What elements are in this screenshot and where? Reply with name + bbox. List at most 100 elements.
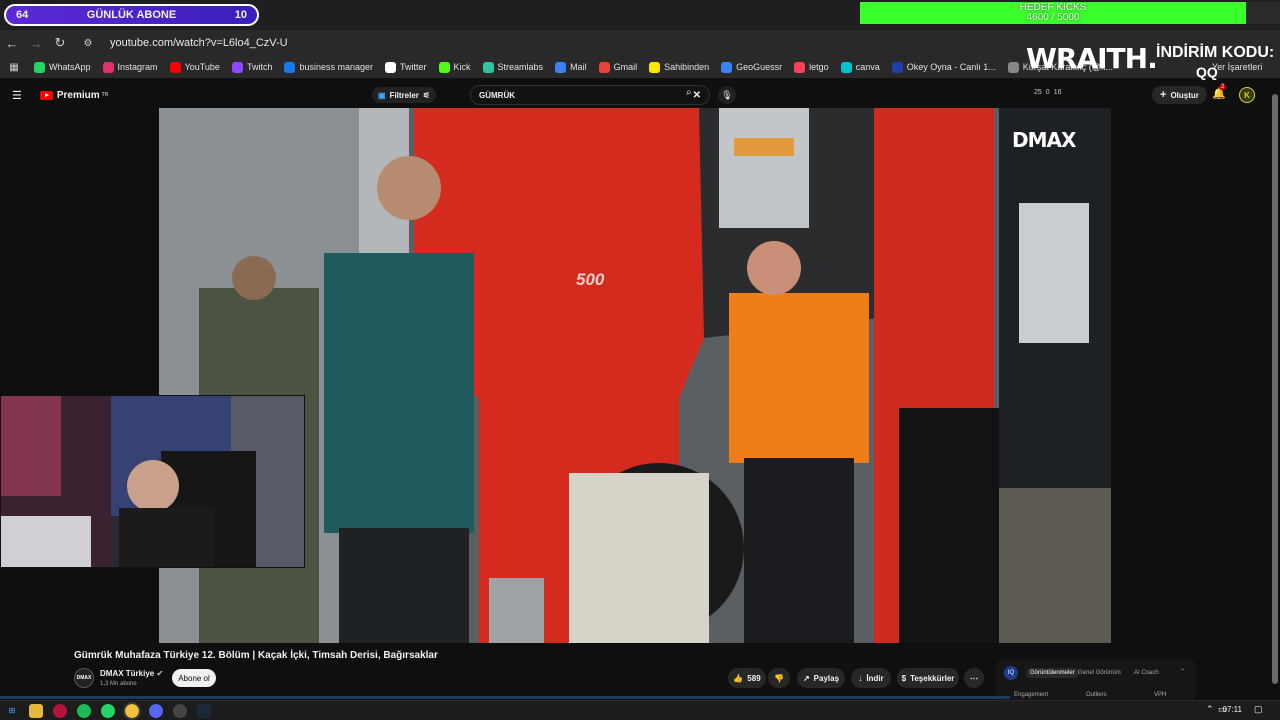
tab-overview[interactable]: Genel Görünüm: [1078, 670, 1121, 676]
download-button[interactable]: ↓ İndir: [851, 668, 891, 688]
taskbar-clock[interactable]: 07:11: [1223, 705, 1242, 714]
webcam-scene: [1, 396, 304, 567]
bookmark-icon: [34, 61, 45, 73]
verified-icon: ✔: [156, 669, 164, 678]
bookmark-item[interactable]: Mail: [555, 61, 587, 73]
microphone-icon[interactable]: 🎙: [718, 86, 736, 104]
channel-name[interactable]: DMAX Türkiye ✔: [100, 669, 163, 678]
thumbs-up-icon: 👍: [733, 673, 744, 683]
filter-ext-icon: ▣: [378, 90, 386, 100]
tab-ai-coach[interactable]: AI Coach: [1134, 670, 1159, 676]
collapse-icon[interactable]: ⌃: [1180, 668, 1185, 675]
file-explorer-icon[interactable]: [29, 703, 43, 718]
dislike-button[interactable]: 👎: [768, 668, 790, 688]
spotify-icon[interactable]: [77, 703, 91, 718]
app-icon[interactable]: [53, 703, 67, 718]
bookmark-item[interactable]: Kick: [438, 61, 471, 73]
share-icon: ↗: [802, 673, 810, 683]
search-icon[interactable]: ⌕: [686, 87, 692, 98]
sub-count-left: 64: [16, 9, 29, 21]
sponsor-logo: WRAITH.: [1026, 42, 1158, 75]
discord-icon[interactable]: [149, 703, 163, 718]
thanks-button[interactable]: $ Teşekkürler: [897, 668, 959, 688]
bookmark-icon: [169, 61, 181, 73]
extension-stats[interactable]: 25 0 16: [1034, 89, 1062, 96]
youtube-logo[interactable]: Premium TR: [30, 90, 108, 101]
channel-avatar[interactable]: DMAX: [74, 668, 94, 688]
col-outliers: Outliers: [1086, 692, 1107, 698]
like-button[interactable]: 👍 589: [728, 668, 766, 688]
plus-icon: +: [1160, 89, 1167, 101]
tray-chevron-icon[interactable]: ⌃: [1206, 704, 1214, 715]
bookmark-item[interactable]: Streamlabs: [482, 61, 543, 73]
scrollbar-thumb[interactable]: [1272, 94, 1278, 684]
thumbs-down-icon: 👎: [774, 673, 784, 683]
bookmark-icon: [482, 61, 494, 73]
search-input[interactable]: GÜMRÜK ✕: [470, 85, 710, 105]
sliders-icon: ⚟: [422, 90, 431, 100]
url-input[interactable]: youtube.com/watch?v=L6lo4_CzV-U: [110, 37, 288, 49]
bookmark-icon: [385, 61, 396, 73]
bookmark-item[interactable]: Instagram: [102, 61, 158, 73]
bookmark-item[interactable]: Gmail: [598, 61, 637, 73]
sponsor-overlay: WRAITH. İNDİRİM KODU: QQ: [1026, 40, 1276, 84]
bookmark-item[interactable]: Twitter: [385, 61, 427, 73]
youtube-header: ☰ Premium TR ▣ Filtreler ⚟ GÜMRÜK ✕ ⌕ 🎙 …: [0, 82, 1268, 108]
bookmark-item[interactable]: business manager: [284, 61, 373, 73]
bookmark-icon: [231, 61, 243, 73]
back-icon[interactable]: ←: [0, 31, 24, 55]
share-button[interactable]: ↗ Paylaş: [797, 668, 845, 688]
streamer-webcam: [0, 395, 305, 568]
bookmark-icon: [284, 61, 296, 73]
truck-model-badge: 500: [576, 270, 605, 289]
bookmark-item[interactable]: Sahibinden: [649, 61, 709, 73]
page-divider: [0, 696, 1010, 699]
subscribe-button[interactable]: Abone ol: [172, 669, 216, 687]
bookmark-icon: [891, 61, 903, 73]
video-title: Gümrük Muhafaza Türkiye 12. Bölüm | Kaça…: [74, 650, 438, 661]
bookmark-item[interactable]: canva: [840, 61, 880, 73]
bookmark-icon: [598, 61, 610, 73]
bookmark-item[interactable]: YouTube: [169, 61, 220, 73]
bookmark-icon: [649, 61, 661, 73]
bookmark-icon: [840, 61, 852, 73]
analytics-extension-panel: IQ Görüntülenmeler Genel Görünüm AI Coac…: [996, 660, 1196, 700]
notification-count-badge: 2: [1219, 84, 1227, 90]
windows-taskbar: ⊞ ⌃ ▭ 07:11 ▢: [0, 700, 1280, 720]
create-button[interactable]: + Oluştur: [1152, 86, 1207, 104]
chrome-icon[interactable]: [123, 701, 141, 720]
tab-views[interactable]: Görüntülenmeler: [1026, 668, 1079, 678]
whatsapp-icon[interactable]: [101, 703, 115, 718]
youtube-play-icon: [39, 90, 53, 100]
page-scrollbar[interactable]: [1270, 82, 1280, 700]
notification-center-icon[interactable]: ▢: [1254, 704, 1263, 715]
notifications-bell-icon[interactable]: 🔔 2: [1212, 84, 1227, 100]
reload-icon[interactable]: ↻: [48, 31, 72, 55]
apps-grid-icon[interactable]: ▦: [2, 56, 26, 78]
bookmark-item[interactable]: Twitch: [231, 61, 272, 73]
discount-code-value: QQ: [1196, 64, 1218, 80]
bookmark-icon: [721, 61, 733, 73]
extension-logo-icon: IQ: [1004, 666, 1018, 680]
bookmark-icon: [1007, 61, 1019, 73]
bookmark-item[interactable]: GeoGuessr: [721, 61, 782, 73]
bookmark-item[interactable]: letgo: [794, 61, 829, 73]
filters-button[interactable]: ▣ Filtreler ⚟: [372, 87, 437, 103]
site-info-icon[interactable]: ⚙: [76, 31, 100, 55]
goal-remaining: [1246, 2, 1280, 24]
bookmark-item[interactable]: Okey Oyna - Canlı 1...: [891, 61, 996, 73]
clear-search-icon[interactable]: ✕: [693, 90, 701, 101]
more-actions-button[interactable]: ⋯: [964, 668, 984, 688]
dmax-watermark: DMAX: [1012, 128, 1076, 152]
menu-icon[interactable]: ☰: [12, 89, 22, 102]
start-menu-icon[interactable]: ⊞: [5, 704, 19, 718]
obs-icon[interactable]: [173, 703, 187, 718]
bookmark-icon: [555, 61, 567, 73]
account-avatar[interactable]: K: [1239, 87, 1255, 103]
download-icon: ↓: [858, 673, 863, 683]
forward-icon[interactable]: →: [24, 31, 48, 55]
bookmark-item[interactable]: WhatsApp: [34, 61, 91, 73]
goal-value: 4600 / 5000: [1026, 12, 1080, 23]
steam-icon[interactable]: [197, 703, 211, 718]
channel-subscriber-count: 1,3 Mn abone: [100, 681, 137, 687]
